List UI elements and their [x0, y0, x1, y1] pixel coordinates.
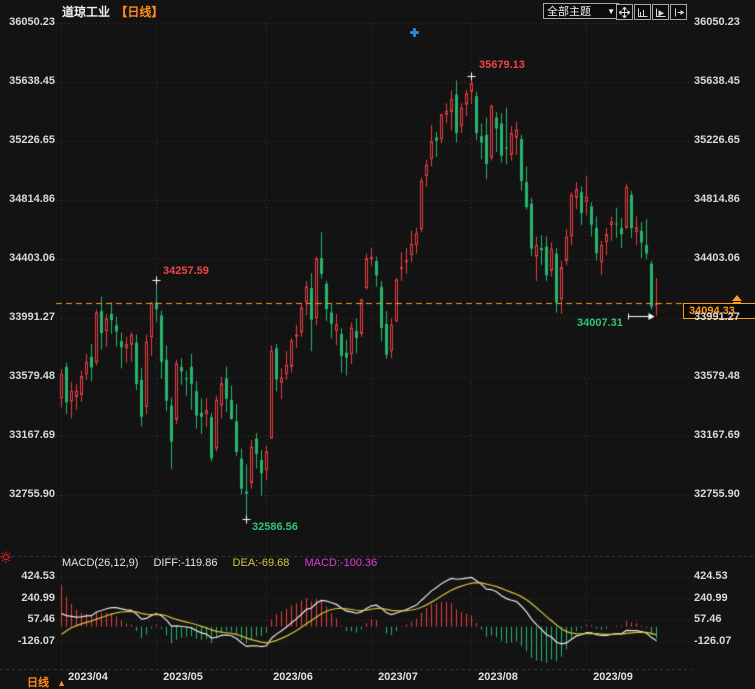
up-triangle-icon: ▲ [57, 678, 66, 688]
crosshair-move-icon[interactable] [616, 4, 633, 20]
macd-axis-label-left: -126.07 [0, 635, 55, 648]
macd-macd-value: MACD:-100.36 [304, 557, 377, 569]
macd-axis-label-right: 424.53 [694, 570, 728, 583]
macd-diff-value: DIFF:-119.86 [153, 557, 217, 569]
event-marker-dot-icon[interactable] [410, 28, 419, 37]
price-up-arrow-icon [731, 292, 743, 310]
price-axis-label-left: 33991.27 [0, 311, 55, 324]
fit-x-play-icon[interactable] [652, 4, 669, 20]
price-axis-label-right: 36050.23 [694, 16, 740, 29]
annotation-low-1: 32586.56 [252, 521, 298, 533]
macd-dea-value: DEA:-69.68 [233, 557, 290, 569]
price-axis-label-right: 33167.69 [694, 429, 740, 442]
macd-axis-label-left: 57.46 [0, 613, 55, 626]
price-axis-label-right: 33991.27 [694, 311, 740, 324]
shift-right-icon[interactable] [670, 4, 687, 20]
chevron-down-icon: ▼ [607, 7, 615, 16]
period-footer-label: 日线 [27, 677, 49, 689]
panel-hotspot-icon[interactable] [0, 550, 12, 568]
x-axis-label: 2023/07 [378, 671, 418, 683]
macd-header: MACD(26,12,9) DIFF:-119.86 DEA:-69.68 MA… [62, 557, 389, 569]
price-axis-label-right: 35226.65 [694, 134, 740, 147]
price-axis-label-left: 36050.23 [0, 16, 55, 29]
price-axis-label-left: 33579.48 [0, 370, 55, 383]
x-axis-label: 2023/06 [273, 671, 313, 683]
x-axis-label: 2023/09 [593, 671, 633, 683]
price-axis-label-left: 32755.90 [0, 488, 55, 501]
macd-axis-label-right: -126.07 [694, 635, 731, 648]
price-axis-label-right: 35638.45 [694, 75, 740, 88]
price-axis-label-left: 35638.45 [0, 75, 55, 88]
price-axis-label-left: 34814.86 [0, 193, 55, 206]
price-axis-label-left: 34403.06 [0, 252, 55, 265]
period-tag: 【日线】 [115, 5, 163, 19]
macd-params-label: MACD(26,12,9) [62, 557, 138, 569]
symbol-title: 道琼工业 [62, 5, 110, 19]
x-axis-label: 2023/08 [478, 671, 518, 683]
price-axis-label-left: 35226.65 [0, 134, 55, 147]
chart-window: 道琼工业 【日线】 全部主题 ▼ [0, 0, 755, 689]
fit-x-axis-icon[interactable] [634, 4, 651, 20]
period-footer[interactable]: 日线 ▲ [27, 674, 66, 689]
theme-dropdown-label: 全部主题 [547, 3, 591, 19]
price-axis-label-right: 34814.86 [694, 193, 740, 206]
title-bar: 道琼工业 【日线】 [62, 3, 163, 20]
x-axis-label: 2023/04 [68, 671, 108, 683]
annotation-high-2: 35679.13 [479, 59, 525, 71]
price-axis-label-right: 33579.48 [694, 370, 740, 383]
macd-axis-label-right: 57.46 [694, 613, 722, 626]
price-axis-label-right: 32755.90 [694, 488, 740, 501]
macd-axis-label-right: 240.99 [694, 592, 728, 605]
macd-axis-label-left: 240.99 [0, 592, 55, 605]
annotation-low-2: 34007.31 [577, 317, 623, 329]
annotation-high-1: 34257.59 [163, 265, 209, 277]
x-axis-label: 2023/05 [163, 671, 203, 683]
macd-axis-label-left: 424.53 [0, 570, 55, 583]
price-axis-label-left: 33167.69 [0, 429, 55, 442]
theme-dropdown[interactable]: 全部主题 ▼ [543, 3, 619, 19]
price-axis-label-right: 34403.06 [694, 252, 740, 265]
chart-canvas[interactable] [0, 0, 755, 689]
